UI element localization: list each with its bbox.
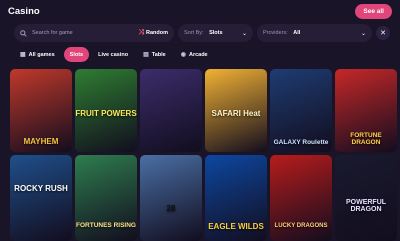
game-title: EAGLE WILDS xyxy=(208,222,264,231)
chevron-down-icon: ⌄ xyxy=(241,30,247,37)
games-grid: MAYHEM FRUIT POWERS SAFARI Heat GALAXY R… xyxy=(10,69,400,241)
tab-live-casino[interactable]: Live casino xyxy=(92,47,134,62)
game-title xyxy=(140,146,202,152)
game-title: POWERFUL DRAGON xyxy=(345,199,387,213)
game-tile[interactable]: LUCKY DRAGONS xyxy=(270,155,332,241)
random-label: Random xyxy=(146,30,168,36)
gamepad-icon: ◉ xyxy=(180,52,186,58)
game-title: ROCKY RUSH xyxy=(14,184,68,193)
tab-label: Slots xyxy=(69,51,84,58)
game-tile[interactable] xyxy=(140,69,202,152)
page-title: Casino xyxy=(8,5,40,17)
game-tile[interactable]: SAFARI Heat xyxy=(205,69,267,152)
game-tile[interactable]: ROCKY RUSH xyxy=(10,155,72,241)
tab-label: Arcade xyxy=(188,51,208,58)
game-tile[interactable]: FORTUNES RISING xyxy=(75,155,137,241)
grid-icon: ▦ xyxy=(20,52,26,58)
game-title: SAFARI Heat xyxy=(211,109,261,118)
tab-slots[interactable]: Slots xyxy=(63,47,90,62)
tab-label: Table xyxy=(151,51,166,58)
game-tile[interactable]: FRUIT POWERS xyxy=(75,69,137,152)
sort-label: Sort By: xyxy=(184,30,204,36)
search-left xyxy=(20,29,102,37)
cards-icon: ▤ xyxy=(143,52,149,58)
game-tile[interactable]: EAGLE WILDS xyxy=(205,155,267,241)
tab-table[interactable]: ▤ Table xyxy=(137,47,172,62)
tab-label: Live casino xyxy=(98,51,129,58)
category-tabs: ▦ All games Slots Live casino ▤ Table ◉ … xyxy=(0,46,400,63)
filter-bar: ⤨ Random Sort By: Slots ⌄ Providers: All… xyxy=(0,24,400,42)
game-title: GALAXY Roulette xyxy=(273,138,329,146)
title-wrap: Casino xyxy=(8,6,40,17)
search-box[interactable]: ⤨ Random xyxy=(14,24,174,42)
chevron-down-icon: ⌄ xyxy=(360,30,366,37)
game-title: FORTUNE DRAGON xyxy=(350,132,382,146)
close-button[interactable]: ✕ xyxy=(376,26,390,40)
tab-label: All games xyxy=(28,51,55,58)
close-icon: ✕ xyxy=(380,30,386,37)
tab-arcade[interactable]: ◉ Arcade xyxy=(175,47,214,62)
game-title: LUCKY DRAGONS xyxy=(274,223,328,229)
game-tile[interactable]: MAYHEM xyxy=(10,69,72,152)
see-all-button[interactable]: See all xyxy=(355,3,392,19)
shuffle-icon: ⤨ xyxy=(138,29,144,36)
providers-label: Providers: xyxy=(263,30,288,36)
game-title: FRUIT POWERS xyxy=(75,109,137,118)
search-icon xyxy=(20,29,27,37)
providers-value: All xyxy=(293,30,301,36)
random-button[interactable]: ⤨ Random xyxy=(138,29,168,37)
sort-value: Slots xyxy=(209,30,223,36)
game-title: MAYHEM xyxy=(23,137,59,146)
game-title: 28 xyxy=(166,204,176,213)
search-input[interactable] xyxy=(32,30,102,36)
casino-header: Casino See all xyxy=(0,0,400,22)
providers-select[interactable]: Providers: All ⌄ xyxy=(257,24,372,42)
tab-all-games[interactable]: ▦ All games xyxy=(14,47,61,62)
sort-select[interactable]: Sort By: Slots ⌄ xyxy=(178,24,253,42)
game-tile[interactable]: FORTUNE DRAGON xyxy=(335,69,397,152)
game-tile[interactable]: POWERFUL DRAGON xyxy=(335,155,397,241)
game-tile[interactable]: 28 xyxy=(140,155,202,241)
game-tile[interactable]: GALAXY Roulette xyxy=(270,69,332,152)
game-title: FORTUNES RISING xyxy=(76,221,136,229)
